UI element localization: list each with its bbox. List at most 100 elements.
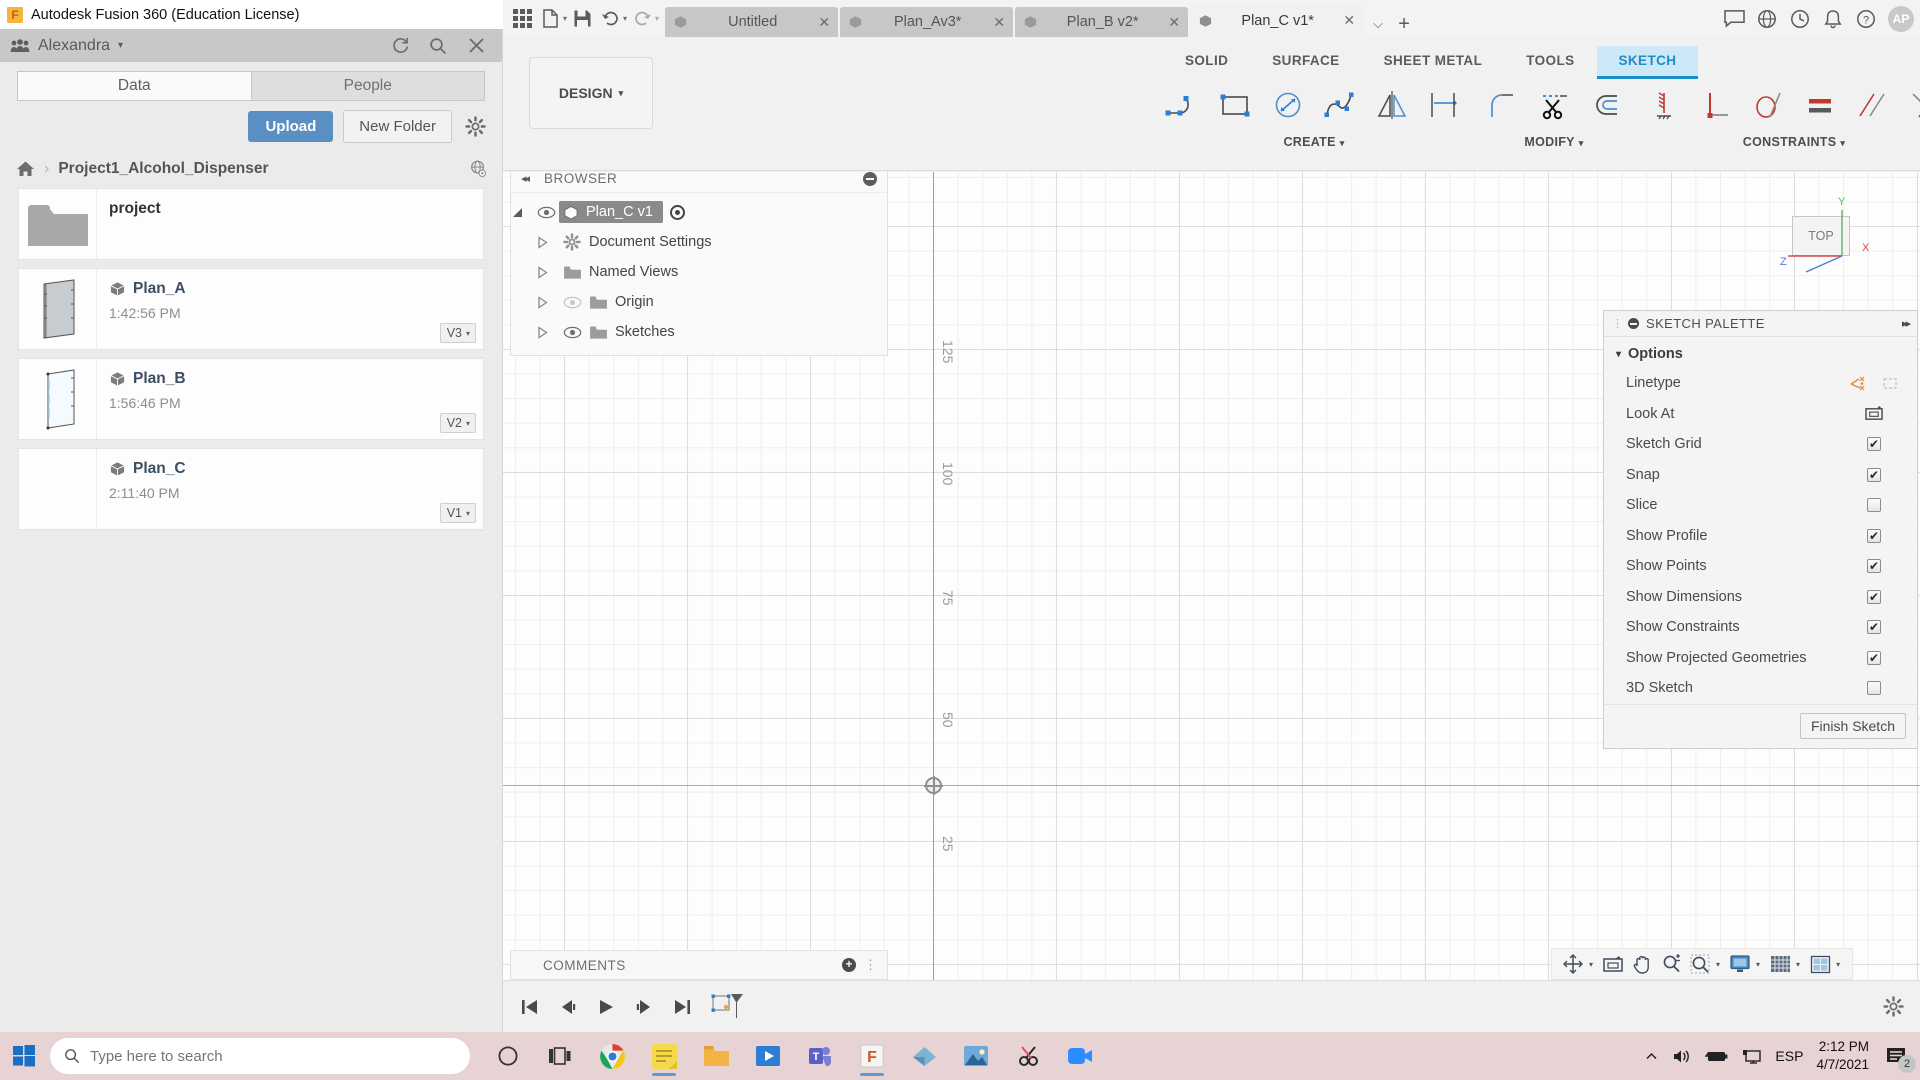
timeline-last-icon[interactable] (669, 994, 695, 1020)
add-comment-icon[interactable]: + (842, 958, 856, 972)
refresh-icon[interactable] (390, 36, 410, 56)
language-indicator[interactable]: ESP (1775, 1048, 1803, 1064)
tab-people[interactable]: People (250, 71, 485, 101)
zoom-icon[interactable] (1658, 951, 1684, 977)
browser-row-origin[interactable]: Origin (511, 287, 887, 317)
offset-icon[interactable] (1580, 78, 1632, 132)
help-icon[interactable]: ? (1851, 4, 1881, 34)
task-view-icon[interactable] (536, 1034, 584, 1078)
show-hidden-icons-caret-icon[interactable] (1644, 1049, 1659, 1064)
mirror-icon[interactable] (1366, 78, 1418, 132)
tangent-constraint-icon[interactable] (1742, 78, 1794, 132)
doc-tab-plan-a[interactable]: Plan_Av3* ✕ (840, 7, 1014, 37)
redo-caret-icon[interactable]: ▾ (655, 14, 659, 23)
palette-expand-icon[interactable]: ▸▸ (1902, 317, 1911, 330)
ribbon-group-label[interactable]: CREATE ▾ (1283, 135, 1344, 149)
tab-overflow-caret-icon[interactable]: ⌵ (1365, 11, 1391, 37)
undo-caret-icon[interactable]: ▾ (623, 14, 627, 23)
list-item-plan-c[interactable]: Plan_C 2:11:40 PM V1 ▾ (18, 448, 484, 530)
notifications-bell-icon[interactable] (1818, 4, 1848, 34)
palette-row-show-dimensions[interactable]: Show Dimensions (1604, 582, 1917, 613)
browser-row-sketches[interactable]: Sketches (511, 317, 887, 347)
palette-finish-sketch-button[interactable]: Finish Sketch (1799, 713, 1906, 739)
parallel-constraint-icon[interactable] (1846, 78, 1898, 132)
new-folder-button[interactable]: New Folder (343, 110, 452, 143)
zoom-window-icon[interactable] (1687, 951, 1713, 977)
doc-tab-plan-b[interactable]: Plan_B v2* ✕ (1015, 7, 1189, 37)
line-icon[interactable] (1158, 78, 1210, 132)
visibility-eye-off-icon[interactable] (559, 296, 585, 309)
timeline-settings-gear-icon[interactable] (1880, 994, 1906, 1020)
doc-tab-close-icon[interactable]: ✕ (818, 14, 830, 31)
ribbon-tab-surface[interactable]: SURFACE (1250, 46, 1361, 79)
palette-row-show-points[interactable]: Show Points (1604, 551, 1917, 582)
circle-icon[interactable] (1262, 78, 1314, 132)
new-file-caret-icon[interactable]: ▾ (563, 14, 567, 23)
app-grid-icon[interactable] (509, 6, 535, 32)
show-dimensions-checkbox[interactable] (1867, 589, 1881, 604)
file-explorer-icon[interactable] (692, 1034, 740, 1078)
taskbar-search[interactable] (50, 1038, 470, 1074)
show-points-checkbox[interactable] (1867, 559, 1881, 574)
expand-arrow-icon[interactable] (511, 206, 533, 219)
photos-icon[interactable] (952, 1034, 1000, 1078)
fillet-icon[interactable] (1476, 78, 1528, 132)
expand-arrow-icon[interactable] (537, 235, 559, 249)
display-settings-caret-icon[interactable]: ▾ (1756, 960, 1760, 969)
palette-row-slice[interactable]: Slice (1604, 490, 1917, 521)
view-cube[interactable]: TOP X Y Z (1766, 190, 1882, 286)
rectangle-icon[interactable] (1210, 78, 1262, 132)
grid-snaps-caret-icon[interactable]: ▾ (1796, 960, 1800, 969)
orbit-caret-icon[interactable]: ▾ (1589, 960, 1593, 969)
fix-constraint-icon[interactable] (1638, 78, 1690, 132)
perpendicular-constraint-icon[interactable] (1690, 78, 1742, 132)
palette-row-snap[interactable]: Snap (1604, 460, 1917, 491)
notification-center-button[interactable]: 2 (1882, 1041, 1916, 1073)
equal-constraint-icon[interactable] (1794, 78, 1846, 132)
construction-linetype-icon[interactable] (1881, 375, 1899, 392)
expand-arrow-icon[interactable] (537, 325, 559, 339)
orbit-icon[interactable] (1560, 951, 1586, 977)
doc-tab-untitled[interactable]: Untitled ✕ (665, 7, 839, 37)
save-icon[interactable] (569, 6, 595, 32)
browser-row-document-settings[interactable]: Document Settings (511, 227, 887, 257)
close-panel-icon[interactable] (466, 36, 486, 56)
doc-tab-close-icon[interactable]: ✕ (1168, 14, 1180, 31)
show-constraints-checkbox[interactable] (1867, 620, 1881, 635)
browser-row-root[interactable]: Plan_C v1 (511, 197, 887, 227)
display-settings-icon[interactable] (1727, 951, 1753, 977)
browser-row-named-views[interactable]: Named Views (511, 257, 887, 287)
version-badge[interactable]: V1 ▾ (439, 503, 476, 523)
palette-row-show-projected-geometries[interactable]: Show Projected Geometries (1604, 643, 1917, 674)
start-button[interactable] (0, 1032, 48, 1080)
version-badge[interactable]: V3 ▾ (439, 323, 476, 343)
undo-icon[interactable] (597, 6, 623, 32)
palette-grip-icon[interactable]: ⋮ (1612, 317, 1623, 330)
pan-hand-icon[interactable] (1629, 951, 1655, 977)
show-profile-checkbox[interactable] (1867, 528, 1881, 543)
grid-snaps-icon[interactable] (1767, 951, 1793, 977)
volume-icon[interactable] (1672, 1048, 1692, 1065)
team-dropdown-caret-icon[interactable]: ▾ (118, 40, 123, 51)
timeline-sketch-feature-icon[interactable] (707, 993, 749, 1020)
spline-icon[interactable] (1314, 78, 1366, 132)
resize-grip-icon[interactable]: ⋮ (864, 957, 877, 973)
browser-collapse-icon[interactable]: ◂◂ (521, 172, 530, 185)
viewports-icon[interactable] (1807, 951, 1833, 977)
palette-row-sketch-grid[interactable]: Sketch Grid (1604, 429, 1917, 460)
timeline-previous-icon[interactable] (555, 994, 581, 1020)
show-projected-geometries-checkbox[interactable] (1867, 650, 1881, 665)
view-cube-face-top[interactable]: TOP (1792, 216, 1850, 256)
3d-sketch-checkbox[interactable] (1867, 681, 1881, 696)
viewports-caret-icon[interactable]: ▾ (1836, 960, 1840, 969)
solidworks-icon[interactable] (900, 1034, 948, 1078)
workspace-switcher-button[interactable]: DESIGN ▾ (529, 57, 653, 129)
clock-icon[interactable] (1785, 4, 1815, 34)
palette-minimize-icon[interactable] (1628, 318, 1639, 329)
search-input[interactable] (90, 1047, 456, 1065)
taskbar-clock[interactable]: 2:12 PM 4/7/2021 (1816, 1038, 1869, 1074)
snap-checkbox[interactable] (1867, 467, 1881, 482)
doc-tab-plan-c[interactable]: Plan_C v1* ✕ (1190, 4, 1364, 37)
ribbon-tab-sketch[interactable]: SKETCH (1596, 46, 1699, 79)
palette-row-look-at[interactable]: Look At (1604, 399, 1917, 430)
